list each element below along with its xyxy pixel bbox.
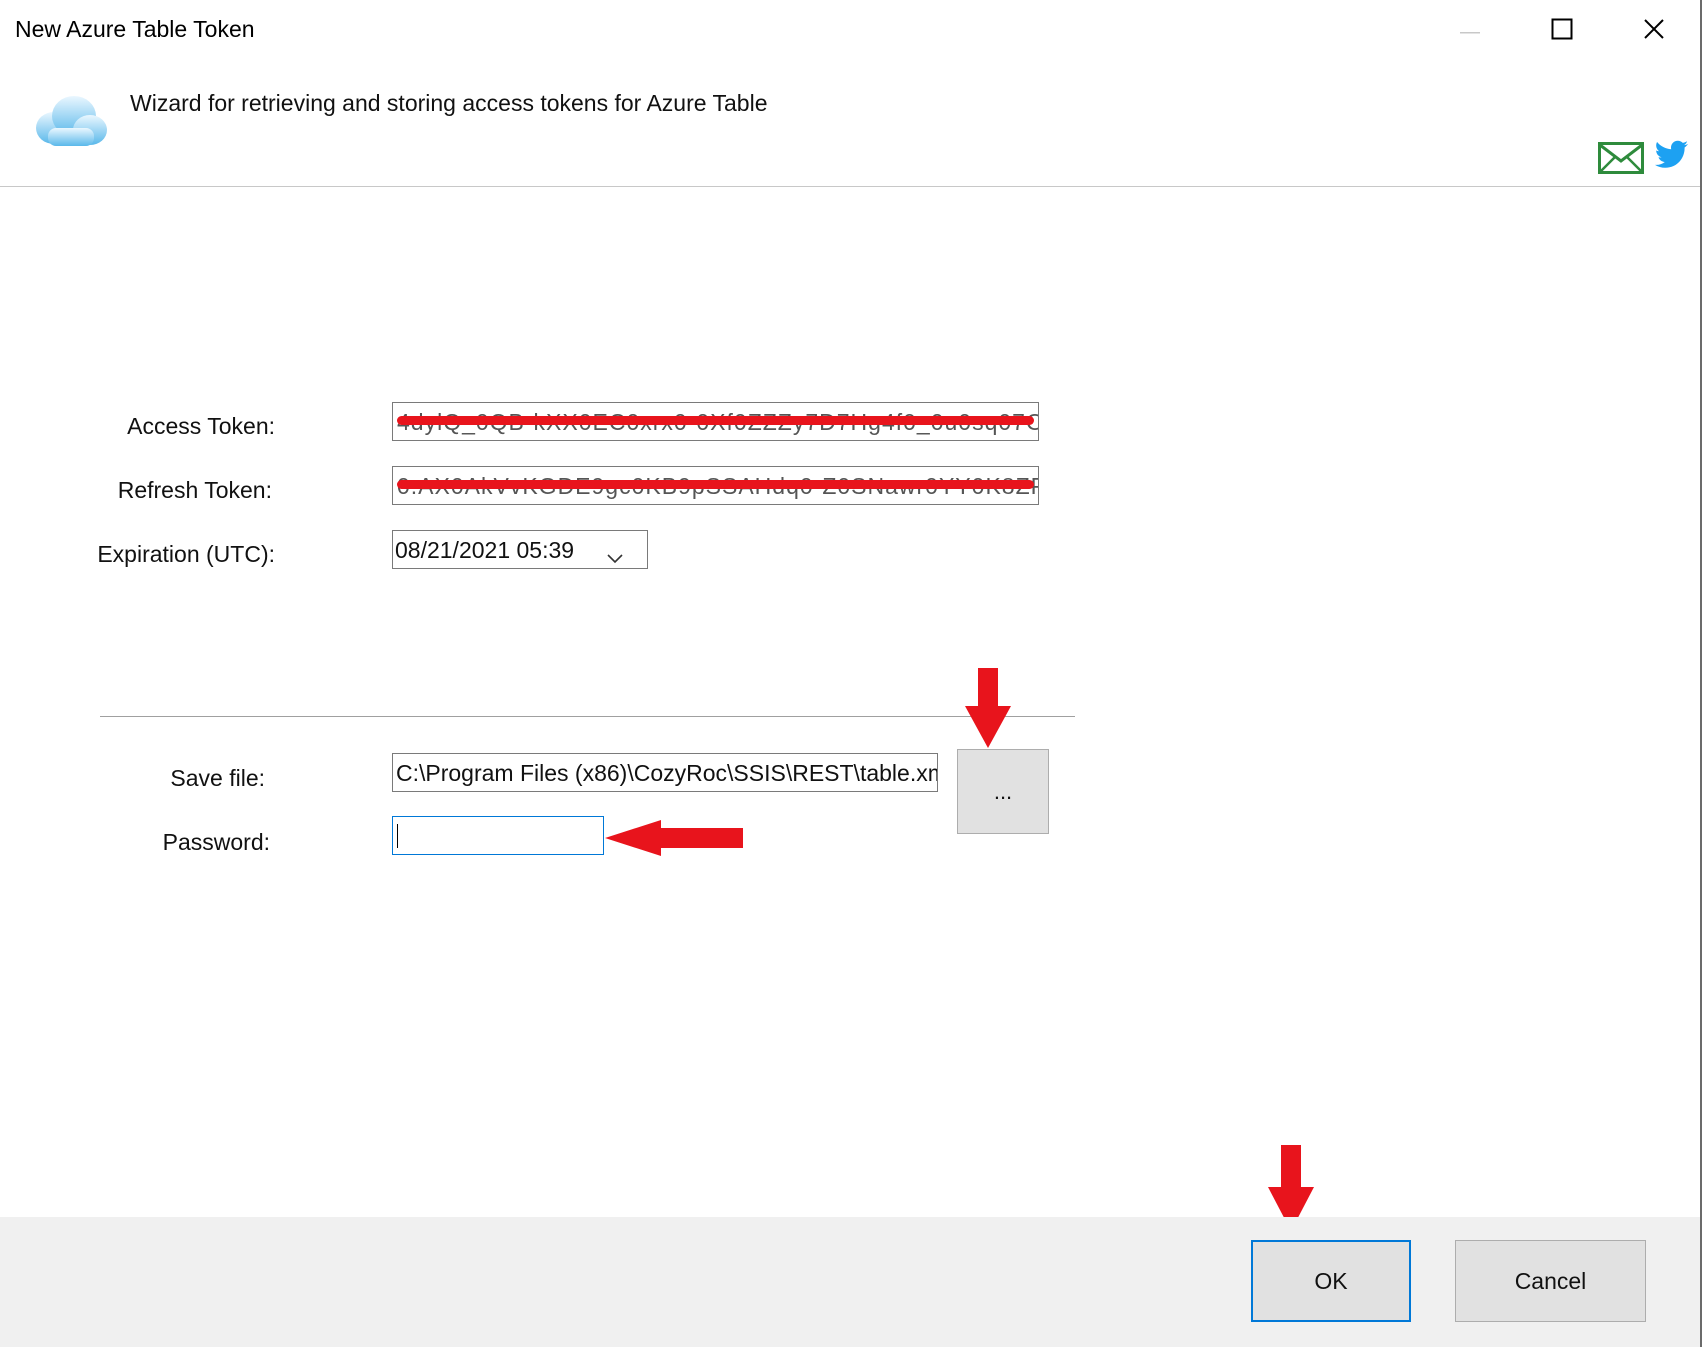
window-title: New Azure Table Token <box>15 16 255 42</box>
maximize-button[interactable] <box>1516 0 1608 62</box>
cloud-icon <box>34 92 108 153</box>
save-file-value: C:\Program Files (x86)\CozyRoc\SSIS\REST… <box>396 760 938 786</box>
redaction-mark <box>397 480 1034 489</box>
access-token-label: Access Token: <box>127 413 275 439</box>
save-file-field[interactable]: C:\Program Files (x86)\CozyRoc\SSIS\REST… <box>392 753 938 792</box>
dialog-footer <box>0 1217 1700 1347</box>
expiration-label: Expiration (UTC): <box>97 541 275 567</box>
password-field[interactable] <box>392 816 604 855</box>
minimize-icon <box>1460 22 1480 40</box>
close-icon <box>1643 18 1665 45</box>
minimize-button[interactable] <box>1424 0 1516 62</box>
text-caret <box>397 824 398 848</box>
section-divider <box>100 716 1075 718</box>
wizard-description: Wizard for retrieving and storing access… <box>130 90 768 116</box>
cancel-button[interactable]: Cancel <box>1455 1240 1646 1322</box>
refresh-token-field[interactable]: 0.AX0AkVvKGDE9gc0KB9pSSAHdq0-Z0SNawr0YY0… <box>392 466 1039 505</box>
expiration-datepicker[interactable]: 08/21/2021 05:39 <box>392 530 648 569</box>
ok-button[interactable]: OK <box>1251 1240 1411 1322</box>
close-button[interactable] <box>1608 0 1700 62</box>
refresh-token-label: Refresh Token: <box>117 477 272 503</box>
twitter-icon[interactable] <box>1654 140 1689 175</box>
chevron-down-icon[interactable] <box>607 543 623 568</box>
dialog-window: New Azure Table Token Wizard for retriev… <box>0 0 1702 1347</box>
password-label: Password: <box>162 829 270 855</box>
wizard-header: Wizard for retrieving and storing access… <box>0 62 1700 187</box>
save-file-label: Save file: <box>170 765 265 791</box>
left-arrow-annotation <box>605 820 743 861</box>
redaction-mark <box>397 416 1034 425</box>
down-arrow-annotation <box>965 668 1011 753</box>
title-bar: New Azure Table Token <box>0 0 1700 62</box>
maximize-icon <box>1551 18 1573 45</box>
expiration-value: 08/21/2021 05:39 <box>395 537 575 563</box>
browse-button[interactable]: ... <box>957 749 1049 834</box>
mail-icon[interactable] <box>1598 142 1644 179</box>
access-token-field[interactable]: 4dylQ_0QB-kXX0EC0xrx0-0Xf0ZZZy7D7Hg4f0_0… <box>392 402 1039 441</box>
